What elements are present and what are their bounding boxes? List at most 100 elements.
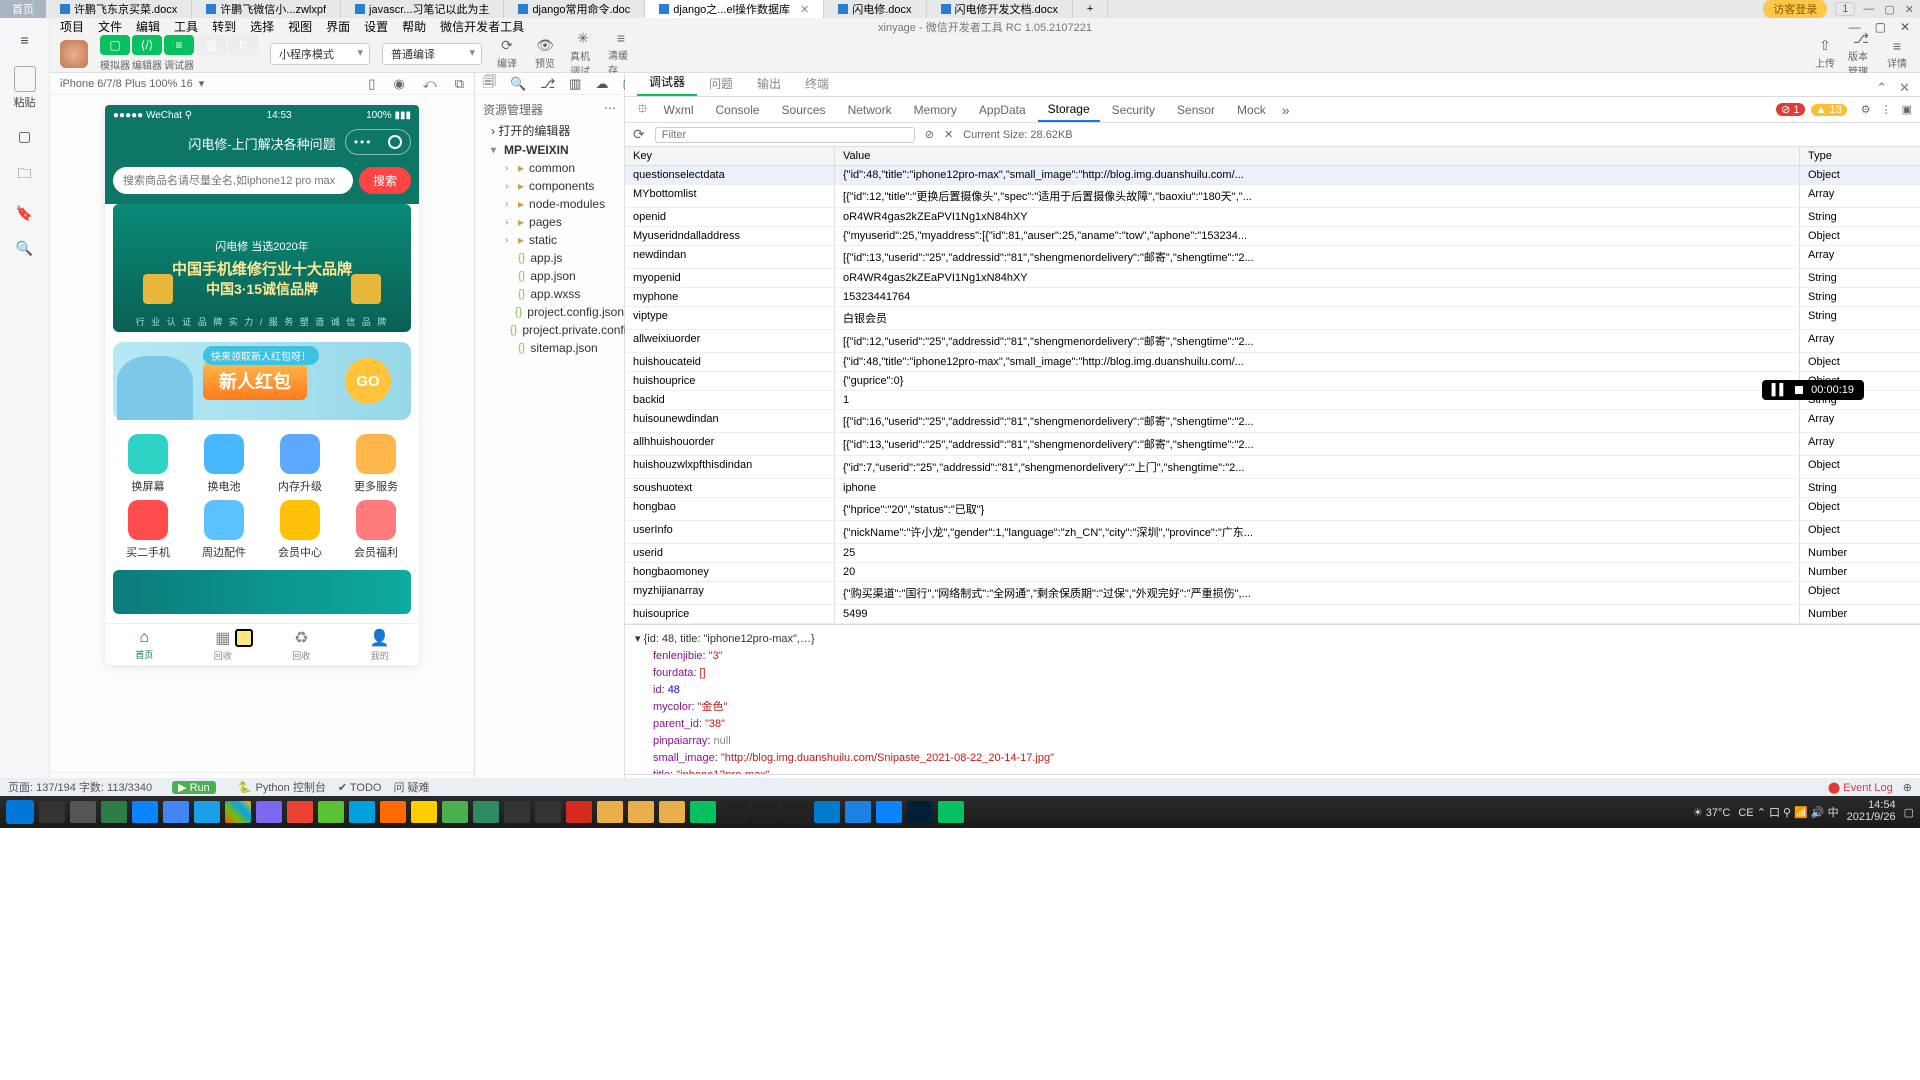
table-row[interactable]: userid25Number — [625, 544, 1920, 563]
banner[interactable]: 闪电修 当选2020年 中国手机维修行业十大品牌 中国3·15诚信品牌 行 业 … — [113, 204, 411, 332]
taskbar-app[interactable] — [845, 801, 871, 823]
project-root[interactable]: ▾MP-WEIXIN — [475, 141, 624, 159]
open-editors-section[interactable]: › 打开的编辑器 — [475, 120, 624, 141]
taskbar-app[interactable] — [318, 801, 344, 823]
extension-icon[interactable]: ▥ — [569, 76, 581, 92]
service-item[interactable]: 内存升级 — [265, 434, 335, 494]
branch-icon[interactable]: ⎇ — [540, 76, 555, 92]
avatar[interactable] — [60, 40, 88, 68]
menu-item[interactable]: 帮助 — [402, 18, 426, 35]
detail-button[interactable]: ≡详情 — [1884, 41, 1910, 67]
todo-button[interactable]: ✔ TODO — [338, 781, 382, 794]
newbie-card[interactable]: 快来领取新人红包呀！ 新人红包 GO — [113, 342, 411, 420]
menu-item[interactable]: 微信开发者工具 — [440, 18, 524, 35]
more-icon[interactable]: ⋯ — [604, 101, 616, 118]
taskbar-app[interactable] — [876, 801, 902, 823]
service-item[interactable]: 更多服务 — [341, 434, 411, 494]
program-mode-select[interactable]: 小程序模式 — [270, 43, 370, 65]
taskbar-app[interactable] — [814, 801, 840, 823]
col-key[interactable]: Key — [625, 147, 835, 165]
search-icon[interactable]: 🔍 — [510, 76, 526, 92]
extra-button[interactable]: ↻ — [228, 35, 258, 72]
close-icon[interactable]: ✕ — [800, 3, 809, 16]
table-row[interactable]: hongbaomoney20Number — [625, 563, 1920, 582]
taskbar-app[interactable] — [39, 801, 65, 823]
table-row[interactable]: questionselectdata{"id":48,"title":"ipho… — [625, 166, 1920, 185]
col-type[interactable]: Type — [1800, 147, 1920, 165]
service-item[interactable]: 周边配件 — [189, 500, 259, 560]
taskbar-app[interactable] — [566, 801, 592, 823]
doc-tab-active[interactable]: django之...el操作数据库✕ — [645, 0, 824, 19]
file-item[interactable]: {}app.js — [475, 249, 624, 267]
search-icon[interactable]: 🔍 — [16, 240, 33, 257]
taskbar-app[interactable] — [194, 801, 220, 823]
menu-item[interactable]: 转到 — [212, 18, 236, 35]
problems-button[interactable]: 问 疑难 — [393, 779, 429, 795]
event-log-button[interactable]: ⬤ Event Log — [1828, 781, 1893, 794]
record-icon[interactable]: ◉ — [393, 76, 404, 92]
error-count[interactable]: ⊘ 1 — [1776, 103, 1804, 116]
doc-tab[interactable]: 闪电修.docx — [824, 0, 926, 19]
taskbar-app[interactable] — [473, 801, 499, 823]
file-item[interactable]: {}app.json — [475, 267, 624, 285]
menu-icon[interactable]: ≡ — [20, 32, 28, 48]
taskbar-app[interactable] — [163, 801, 189, 823]
table-row[interactable]: soushuotextiphoneString — [625, 479, 1920, 498]
table-row[interactable]: newdindan[{"id":13,"userid":"25","addres… — [625, 246, 1920, 269]
device-label[interactable]: iPhone 6/7/8 Plus 100% 16 — [60, 78, 193, 90]
square-icon[interactable]: ▢ — [18, 128, 31, 145]
table-row[interactable]: allhhuishouorder[{"id":13,"userid":"25",… — [625, 433, 1920, 456]
search-input[interactable] — [113, 167, 353, 194]
file-item[interactable]: {}project.config.json — [475, 303, 624, 321]
inspect-icon[interactable]: ⯐ — [633, 98, 652, 122]
folder-item[interactable]: ›▸common — [475, 159, 624, 177]
menu-item[interactable]: 项目 — [60, 18, 84, 35]
chevron-down-icon[interactable]: ▾ — [199, 77, 205, 90]
table-row[interactable]: huishouzwlxpfthisdindan{"id":7,"userid":… — [625, 456, 1920, 479]
folder-item[interactable]: ›▸static — [475, 231, 624, 249]
cloud-icon[interactable]: ☁ — [595, 76, 608, 92]
service-item[interactable]: 换屏幕 — [113, 434, 183, 494]
minimize-icon[interactable]: — — [1863, 3, 1874, 16]
folder-item[interactable]: ›▸node-modules — [475, 195, 624, 213]
stop-icon[interactable] — [1795, 386, 1803, 394]
tab-network[interactable]: Network — [838, 99, 902, 121]
files-icon[interactable]: 🗐 — [483, 73, 496, 95]
taskbar-app[interactable] — [938, 801, 964, 823]
doc-tab[interactable]: 闪电修开发文档.docx — [927, 0, 1073, 19]
tabbar-recycle[interactable]: ▦回收 — [184, 624, 263, 665]
menu-item[interactable]: 视图 — [288, 18, 312, 35]
clear-cache-button[interactable]: ≡清缓存 — [608, 41, 634, 67]
phone-icon[interactable]: ▯ — [368, 76, 375, 92]
home-tab[interactable]: 首页 — [0, 0, 46, 19]
close-icon[interactable]: ✕ — [1905, 3, 1914, 16]
menu-item[interactable]: 文件 — [98, 18, 122, 35]
tabbar-home[interactable]: ⌂首页 — [105, 624, 184, 665]
vertical-dots-icon[interactable]: ⋮ — [1881, 103, 1892, 116]
python-console-button[interactable]: 🐍 Python 控制台 — [238, 779, 326, 795]
compile-mode-select[interactable]: 普通编译 — [382, 43, 482, 65]
capsule-button[interactable]: ••• — [345, 129, 411, 155]
tab-mock[interactable]: Mock — [1227, 99, 1276, 121]
tabbar-recycle2[interactable]: ♻回收 — [262, 624, 341, 665]
tab-debugger[interactable]: 调试器 — [637, 69, 697, 96]
maximize-icon[interactable]: ▢ — [1884, 3, 1894, 16]
run-button[interactable]: ▶ Run — [172, 781, 216, 794]
file-item[interactable]: {}project.private.config.js... — [475, 321, 624, 339]
real-device-button[interactable]: ✳真机调试 — [570, 41, 596, 67]
chevron-up-icon[interactable]: ⌃ — [1876, 80, 1887, 96]
tab-memory[interactable]: Memory — [904, 99, 967, 121]
table-row[interactable]: allweixiuorder[{"id":12,"userid":"25","a… — [625, 330, 1920, 353]
tab-terminal[interactable]: 终端 — [793, 71, 841, 96]
editor-button[interactable]: ⟨/⟩编辑器 — [132, 35, 162, 72]
taskbar-app[interactable] — [380, 801, 406, 823]
folder-item[interactable]: ›▸pages — [475, 213, 624, 231]
debugger-button[interactable]: ≡调试器 — [164, 35, 194, 72]
bookmark-icon[interactable]: 🔖 — [16, 205, 33, 222]
table-row[interactable]: Myuseridndalladdress{"myuserid":25,"myad… — [625, 227, 1920, 246]
version-button[interactable]: ⎇版本管理 — [1848, 41, 1874, 67]
tab-sources[interactable]: Sources — [772, 99, 836, 121]
taskbar-app[interactable] — [504, 801, 530, 823]
table-row[interactable]: myzhijianarray{"购买渠道":"国行","网络制式":"全网通",… — [625, 582, 1920, 605]
service-item[interactable]: 买二手机 — [113, 500, 183, 560]
